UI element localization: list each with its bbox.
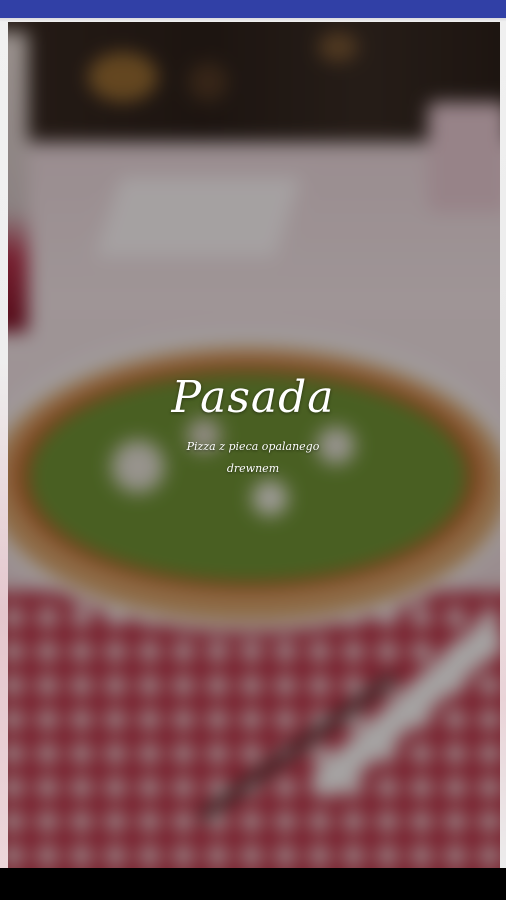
screen-edge-left	[0, 22, 8, 868]
screen-edge-right	[500, 22, 506, 868]
brand-tagline: Pizza z pieca opalanego drewnem	[186, 440, 320, 475]
status-bar	[0, 0, 506, 18]
brand-logo-title: Pasada	[171, 372, 335, 423]
navigation-bar	[0, 868, 506, 900]
